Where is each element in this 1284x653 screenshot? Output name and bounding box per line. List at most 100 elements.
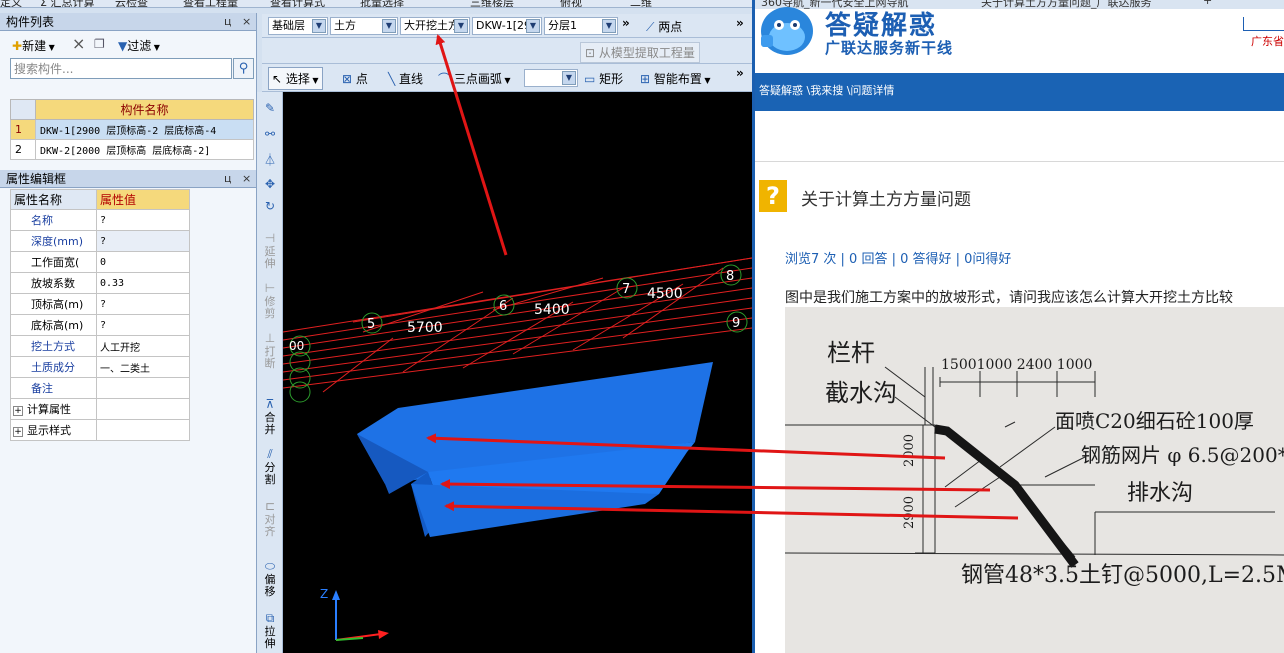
merge-tool-button[interactable]: ⊼ 合并 xyxy=(260,398,280,436)
search-icon[interactable]: ⚲ xyxy=(233,58,254,79)
label-height-2900: 2900 xyxy=(902,495,918,530)
property-row[interactable]: 备注 xyxy=(10,377,190,399)
component-search-input[interactable] xyxy=(10,58,232,79)
property-group-row[interactable]: + 显示样式 xyxy=(10,419,190,441)
property-row[interactable]: 名称 ? xyxy=(10,209,190,231)
property-row[interactable]: 挖土方式 人工开挖 xyxy=(10,335,190,357)
attached-photo[interactable]: 栏杆 截水沟 15001000 2400 1000 面喷C20细石砼100厚 钢… xyxy=(785,307,1284,653)
offset-tool-button[interactable]: ⬭ 偏移 xyxy=(260,560,280,598)
property-group-row[interactable]: + 计算属性 xyxy=(10,398,190,420)
delete-button[interactable]: × xyxy=(72,34,85,53)
cloud-check-button[interactable]: 云检查 xyxy=(115,0,148,7)
line-tool-button[interactable]: ╲ 直线 xyxy=(388,70,423,87)
batch-select-button[interactable]: 批量选择 xyxy=(360,0,404,7)
property-row[interactable]: 深度(mm) ? xyxy=(10,230,190,252)
property-group[interactable]: + 计算属性 xyxy=(10,398,97,420)
align-tool-button[interactable]: ⊏ 对齐 xyxy=(260,500,280,538)
site-header: 答疑解惑 广联达服务新干线 广东省 xyxy=(755,7,1284,73)
expand-icon[interactable]: + xyxy=(13,406,23,416)
close-icon[interactable]: × xyxy=(242,13,251,31)
view-quantity-button[interactable]: 查看工程量 xyxy=(183,0,238,7)
table-row[interactable]: 2 DKW-2[2000 层顶标高 层底标高-2] xyxy=(10,139,254,160)
expand-icon[interactable]: + xyxy=(13,427,23,437)
extend-tool-button[interactable]: ⊣ 延伸 xyxy=(260,232,280,270)
extract-quantity-button[interactable]: ⊡ 从模型提取工程量 xyxy=(580,42,700,63)
summary-calc-button[interactable]: Σ 汇总计算 xyxy=(40,0,94,7)
brush-tool-button[interactable]: ✎ xyxy=(260,102,280,116)
move-tool-button[interactable]: ✥ xyxy=(260,178,280,192)
property-row[interactable]: 土质成分 一、二类土 xyxy=(10,356,190,378)
3d-viewport[interactable]: 5 6 7 8 9 5700 5400 4500 00 Z xyxy=(283,92,752,653)
floor-3d-button[interactable]: 三维楼层 xyxy=(470,0,514,7)
mascot-logo-icon[interactable] xyxy=(757,0,817,65)
property-row[interactable]: 底标高(m) ? xyxy=(10,314,190,336)
pin-icon[interactable]: ц xyxy=(224,170,232,188)
category-select[interactable]: 土方 ▼ xyxy=(330,17,398,35)
define-button[interactable]: 定义 xyxy=(0,0,22,7)
property-value[interactable]: ? xyxy=(96,293,190,315)
property-value[interactable]: 0.33 xyxy=(96,272,190,294)
copy-tool-button[interactable]: ⚯ xyxy=(260,128,280,142)
component-name-cell[interactable]: DKW-2[2000 层顶标高 层底标高-2] xyxy=(35,139,254,160)
question-stats[interactable]: 浏览7 次 | 0 回答 | 0 答得好 | 0问得好 xyxy=(785,248,1011,267)
component-select[interactable]: DKW-1[290 ▼ xyxy=(472,17,542,35)
component-name-cell[interactable]: DKW-1[2900 层顶标高-2 层底标高-4 xyxy=(35,119,254,140)
split-tool-button[interactable]: ⫽ 分割 xyxy=(260,448,280,486)
property-value[interactable]: 一、二类土 xyxy=(96,356,190,378)
select-tool-button[interactable]: ↖ 选择 ▼ xyxy=(268,67,323,90)
new-component-button[interactable]: ✚新建 ▼ xyxy=(12,37,55,54)
trim-tool-button[interactable]: ⊢ 修剪 xyxy=(260,282,280,320)
more-tools-button-3[interactable]: » xyxy=(736,66,744,80)
mirror-tool-button[interactable]: ⏃ xyxy=(260,154,280,168)
region-selector[interactable]: 广东省 xyxy=(1251,33,1284,49)
stretch-tool-button[interactable]: ⧉ 拉伸 xyxy=(260,612,280,650)
breadcrumb-text[interactable]: 答疑解惑 \我来搜 \问题详情 xyxy=(759,84,894,97)
rect-tool-button[interactable]: ▭ 矩形 xyxy=(584,70,623,87)
property-value[interactable]: 人工开挖 xyxy=(96,335,190,357)
chevron-down-icon: ▼ xyxy=(526,19,540,33)
arc-option-select[interactable]: ▼ xyxy=(524,69,578,87)
copy-icon[interactable]: ❐ xyxy=(94,37,105,51)
floor-select[interactable]: 基础层 ▼ xyxy=(268,17,328,35)
pin-icon[interactable]: ц xyxy=(224,13,232,31)
excavation-3d-model[interactable] xyxy=(357,362,713,537)
header-decoration xyxy=(1243,17,1284,31)
browser-tab-active[interactable]: 关于计算土方方量问题_广联达服务 xyxy=(981,0,1152,9)
type-select[interactable]: 大开挖土方 ▼ xyxy=(400,17,470,35)
chevron-down-icon: ▼ xyxy=(312,19,326,33)
smart-layout-button[interactable]: ⊞ 智能布置 ▼ xyxy=(640,70,711,87)
chevron-down-icon: ▼ xyxy=(602,19,616,33)
rotate-tool-button[interactable]: ↻ xyxy=(260,200,280,214)
new-tab-button[interactable]: + xyxy=(1203,0,1212,7)
breadcrumb: 答疑解惑 \我来搜 \问题详情 xyxy=(755,73,1284,111)
table-row[interactable]: 1 DKW-1[2900 层顶标高-2 层底标高-4 xyxy=(10,119,254,140)
property-value[interactable]: ? xyxy=(96,230,190,252)
break-tool-button[interactable]: ⊥ 打断 xyxy=(260,332,280,370)
layer-select[interactable]: 分层1 ▼ xyxy=(544,17,618,35)
split-icon: ⫽ xyxy=(267,447,273,461)
property-value[interactable] xyxy=(96,377,190,399)
view-formula-button[interactable]: 查看计算式 xyxy=(270,0,325,7)
property-value[interactable]: ? xyxy=(96,209,190,231)
point-tool-button[interactable]: ⊠ 点 xyxy=(342,70,368,87)
property-group[interactable]: + 显示样式 xyxy=(10,419,97,441)
component-list-panel: 构件列表 ц × ✚新建 ▼ × ❐ ▼过滤 ▼ ⚲ 构件名称 1 DKW-1[… xyxy=(0,13,257,170)
property-row[interactable]: 顶标高(m) ? xyxy=(10,293,190,315)
more-tools-button-2[interactable]: » xyxy=(736,16,744,30)
more-tools-button[interactable]: » xyxy=(622,16,630,30)
property-value[interactable]: 0 xyxy=(96,251,190,273)
property-row[interactable]: 工作面宽( 0 xyxy=(10,251,190,273)
2d-button[interactable]: 二维 xyxy=(630,0,652,7)
top-view-button[interactable]: 俯视 xyxy=(560,0,582,7)
arc-icon: ⌒ xyxy=(438,72,454,86)
filter-button[interactable]: ▼过滤 ▼ xyxy=(118,37,160,54)
property-value[interactable]: ? xyxy=(96,314,190,336)
property-row[interactable]: 放坡系数 0.33 xyxy=(10,272,190,294)
label-soil-nail: 钢管48*3.5土钉@5000,L=2.5M xyxy=(961,563,1284,588)
question-title: 关于计算土方方量问题 xyxy=(801,190,971,210)
arc-tool-button[interactable]: ⌒ 三点画弧 ▼ xyxy=(438,70,511,87)
label-height-2000: 2000 xyxy=(902,433,918,468)
close-icon[interactable]: × xyxy=(242,170,251,188)
two-point-button[interactable]: ⟋ 两点 xyxy=(646,18,682,35)
extend-icon: ⊣ xyxy=(264,231,276,245)
